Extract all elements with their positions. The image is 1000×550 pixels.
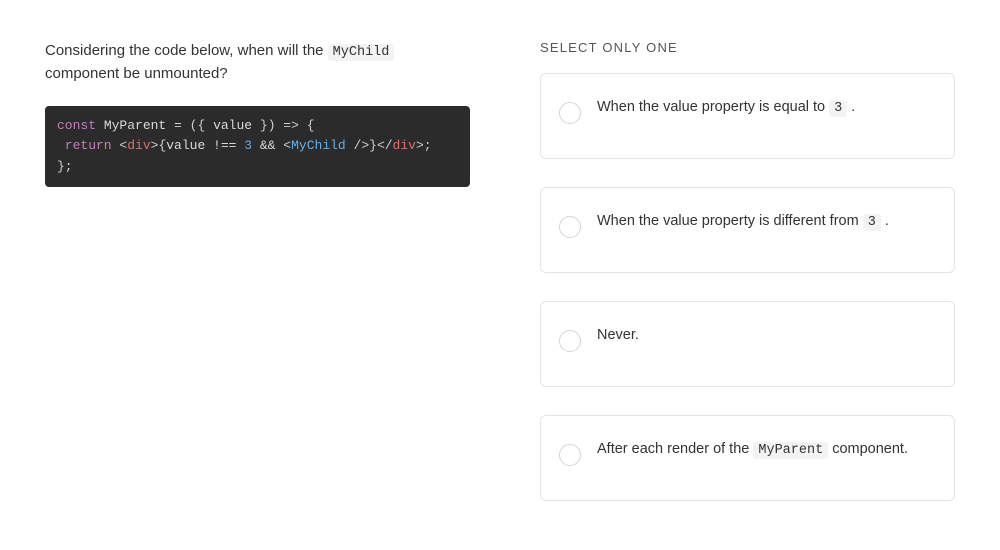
radio-icon [559,102,581,124]
option-text: When the value property is equal to 3 . [597,96,855,119]
radio-icon [559,216,581,238]
option-3[interactable]: Never. [540,301,955,387]
radio-icon [559,330,581,352]
option-text: When the value property is different fro… [597,210,889,233]
option-2[interactable]: When the value property is different fro… [540,187,955,273]
question-text: Considering the code below, when will th… [45,40,470,84]
question-inline-code: MyChild [328,44,395,61]
select-only-one-label: SELECT ONLY ONE [540,40,955,55]
radio-icon [559,444,581,466]
question-suffix: component be unmounted? [45,65,228,82]
option-text: After each render of the MyParent compon… [597,438,908,461]
options-list: When the value property is equal to 3 . … [540,73,955,501]
option-4[interactable]: After each render of the MyParent compon… [540,415,955,501]
option-1[interactable]: When the value property is equal to 3 . [540,73,955,159]
option-text: Never. [597,324,639,345]
code-block: const MyParent = ({ value }) => { return… [45,106,470,186]
question-prefix: Considering the code below, when will th… [45,42,328,59]
